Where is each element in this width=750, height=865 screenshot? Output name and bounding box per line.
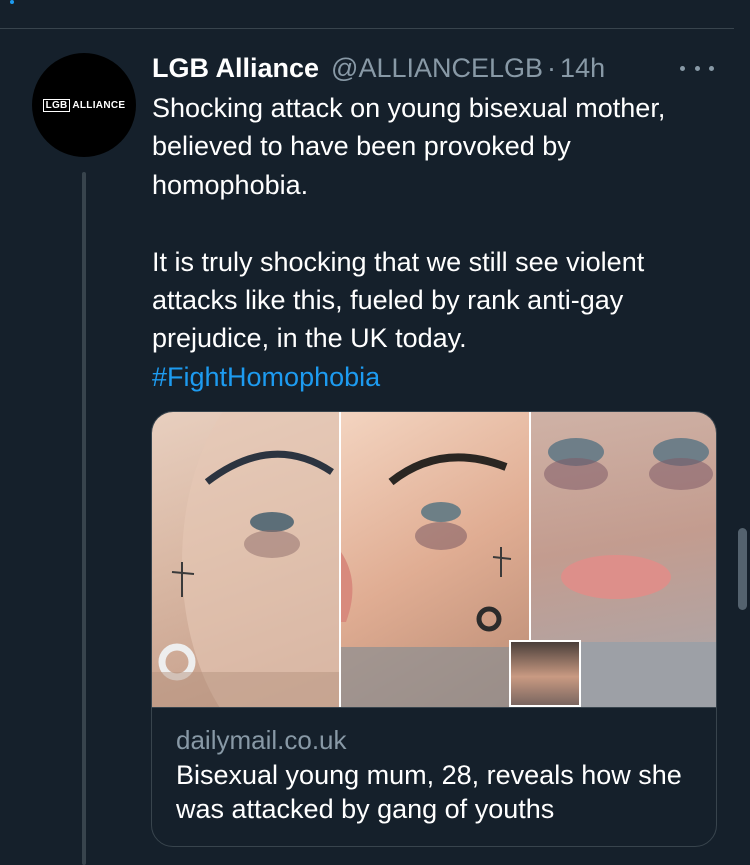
tweet-text: Shocking attack on young bisexual mother… [152,89,727,396]
tweet-timestamp[interactable]: 14h [560,53,605,84]
more-dot [694,65,700,71]
card-title: Bisexual young mum, 28, reveals how she … [176,760,682,824]
more-options-icon[interactable] [680,56,714,80]
more-dot [680,65,685,71]
hashtag-link[interactable]: #FightHomophobia [152,362,380,392]
avatar[interactable]: LGB ALLIANCE [32,53,136,157]
tweet-paragraph-with-hashtag: It is truly shocking that we still see v… [152,243,727,397]
link-card[interactable]: dailymail.co.uk Bisexual young mum, 28, … [151,411,717,847]
scrollbar-thumb[interactable] [738,528,747,610]
author-name[interactable]: LGB Alliance [152,53,319,84]
card-image[interactable] [152,412,716,707]
header-separator: · [547,52,557,83]
tweet-divider [0,28,750,29]
photo-panel [341,412,529,707]
thread-line [82,172,86,865]
author-handle[interactable]: @ALLIANCELGB [331,53,543,84]
more-dot [709,65,714,71]
tweet-paragraph: Shocking attack on young bisexual mother… [152,93,666,200]
tweet-paragraph: It is truly shocking that we still see v… [152,246,645,354]
inset-photo [509,640,581,707]
avatar-column: LGB ALLIANCE [32,53,136,157]
tweet-header: LGB Alliance @ALLIANCELGB · 14h [152,52,605,84]
photo-illustration [341,453,529,707]
photo-panel [152,412,339,707]
logo-boxed-text: LGB [42,98,71,112]
tweet-view: LGB ALLIANCE LGB Alliance @ALLIANCELGB ·… [0,0,750,865]
photo-illustration [152,412,339,707]
card-info[interactable]: dailymail.co.uk Bisexual young mum, 28, … [176,724,696,826]
card-domain: dailymail.co.uk [176,725,347,755]
previous-tweet-edge [10,0,14,4]
scrollbar-track[interactable] [734,0,750,865]
lgb-alliance-logo: LGB ALLIANCE [42,98,126,112]
logo-text: ALLIANCE [72,99,126,111]
card-divider [152,707,716,708]
